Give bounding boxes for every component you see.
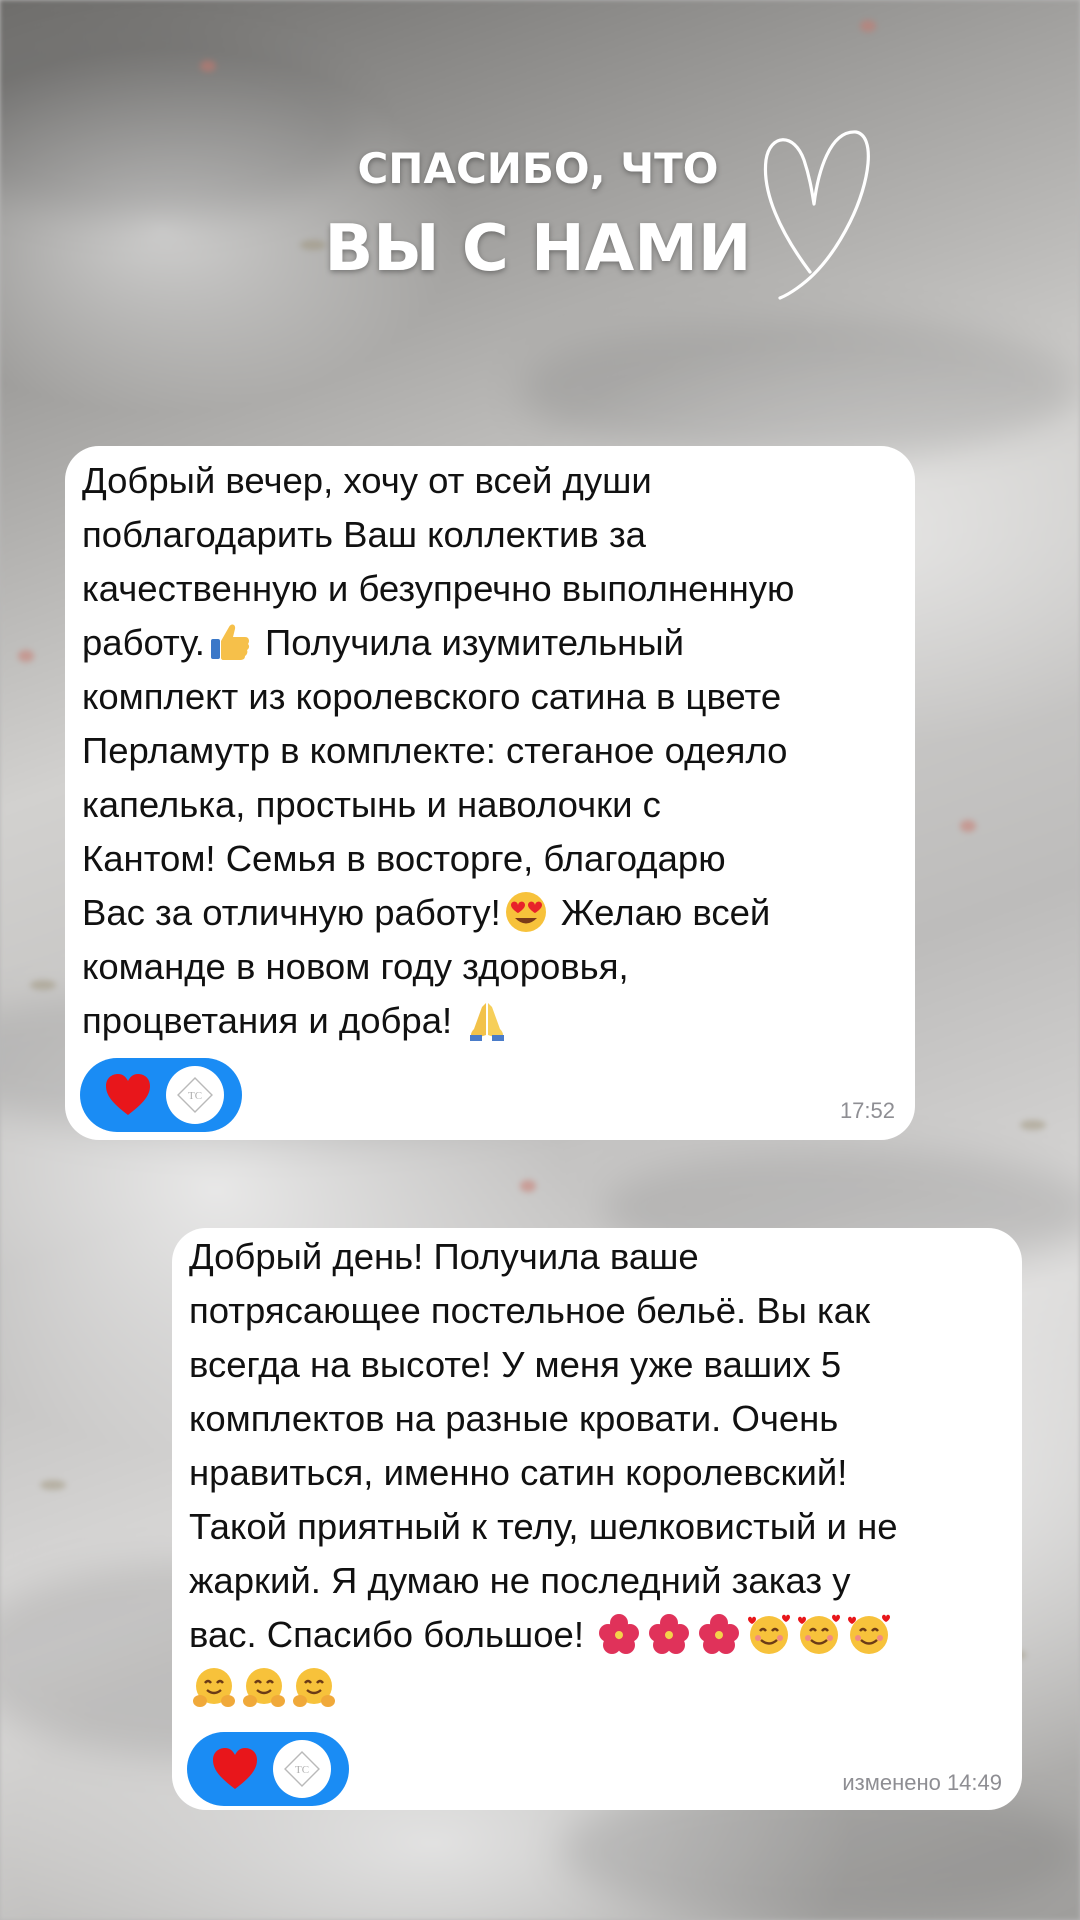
thumbs-up-icon — [210, 624, 249, 660]
smiling-face-with-hearts-icon — [848, 1614, 891, 1654]
hibiscus-icon — [699, 1614, 740, 1654]
reactions-pill[interactable]: TC — [187, 1732, 349, 1806]
hibiscus-icon — [599, 1614, 640, 1654]
avatar: TC — [166, 1066, 224, 1124]
smiling-face-with-hearts-icon — [748, 1614, 791, 1654]
message-timestamp: изменено 14:49 — [842, 1770, 1002, 1795]
hibiscus-icon — [649, 1614, 690, 1654]
svg-text:TC: TC — [295, 1764, 309, 1776]
hugging-face-icon — [293, 1668, 335, 1707]
hugging-face-icon — [193, 1668, 235, 1707]
smiling-face-with-hearts-icon — [798, 1614, 841, 1654]
folded-hands-icon — [470, 1003, 505, 1041]
message-timestamp: 17:52 — [839, 1098, 895, 1123]
message-text: Добрый вечер, хочу от всей души поблагод… — [82, 460, 795, 1041]
message-bubble[interactable]: Добрый день! Получила ваше потрясающее п… — [172, 1228, 1022, 1810]
heart-icon — [106, 1074, 150, 1115]
svg-text:TC: TC — [188, 1090, 202, 1102]
hand-drawn-heart-icon — [763, 130, 870, 300]
message-text: Добрый день! Получила ваше потрясающее п… — [189, 1230, 898, 1716]
message-bubble[interactable]: Добрый вечер, хочу от всей души поблагод… — [65, 446, 915, 1140]
avatar: TC — [273, 1740, 331, 1798]
header-line-1: СПАСИБО, ЧТО — [357, 144, 719, 193]
header-line-2: ВЫ С НАМИ — [324, 212, 752, 286]
hugging-face-icon — [243, 1668, 285, 1707]
heart-icon — [213, 1748, 257, 1789]
heart-eyes-icon — [505, 892, 546, 932]
reactions-pill[interactable]: TC — [80, 1058, 242, 1132]
